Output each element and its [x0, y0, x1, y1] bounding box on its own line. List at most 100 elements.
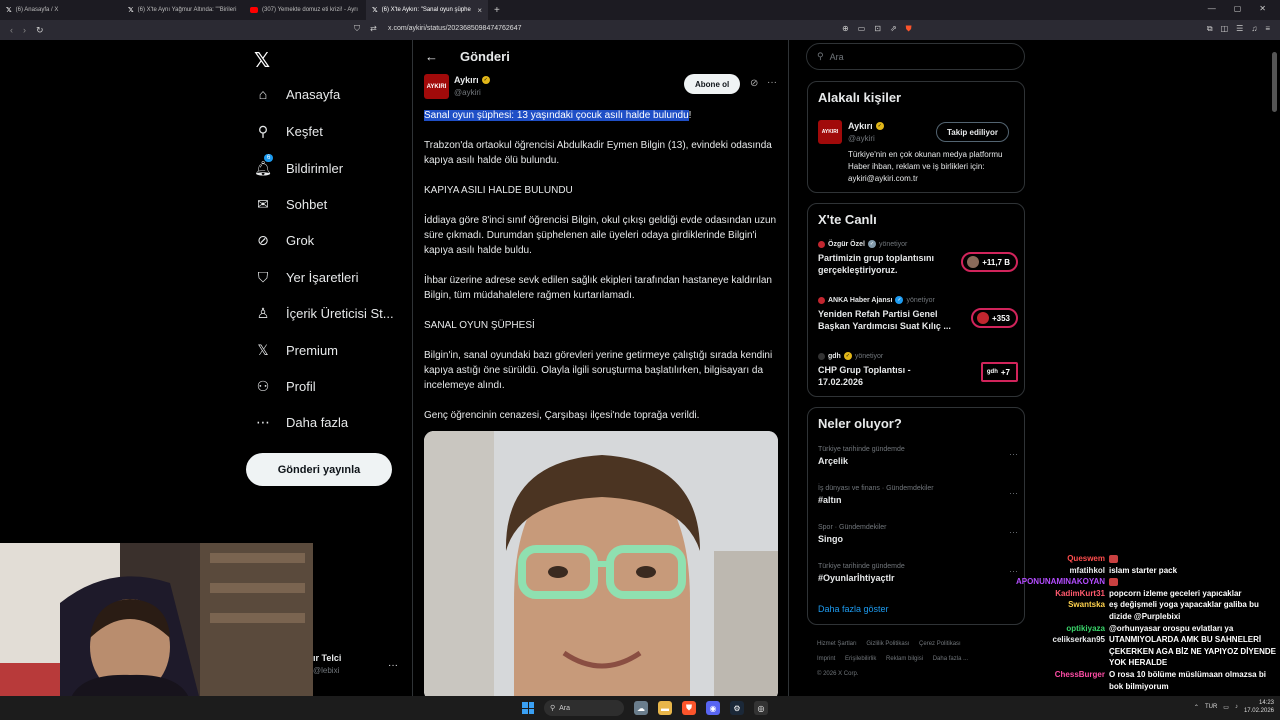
browser-tab[interactable]: 𝕏 (6) Anasayfa / X — [0, 0, 122, 20]
live-item[interactable]: gdh ✓ yönetiyor CHP Grup Toplantısı - 17.0… — [818, 352, 1018, 388]
chat-username: KadimKurt31 — [1055, 588, 1105, 598]
reload-icon[interactable]: ↻ — [36, 25, 44, 36]
live-listener-count[interactable]: +353 — [970, 308, 1018, 328]
trend-item[interactable]: İş dünyası ve finans · Gündemdekiler #al… — [818, 485, 1018, 505]
verified-blue-icon: ✓ — [895, 296, 904, 304]
post-detail-column: ← Gönderi AYKIRI Aykırı ✓ @aykiri Abone o… — [412, 40, 789, 696]
post-headline-end: ! — [688, 110, 692, 121]
sidebar-item-premium[interactable]: 𝕏 Premium — [254, 342, 338, 359]
post-button[interactable]: Gönderi yayınla — [246, 453, 392, 486]
search-icon: ⚲ — [550, 705, 556, 712]
grok-icon[interactable]: ⊘ — [750, 78, 758, 89]
sidebar-item-more[interactable]: ⋯ Daha fazla — [254, 414, 348, 431]
back-arrow-icon[interactable]: ← — [425, 49, 438, 64]
wallet-icon[interactable]: ◫ — [1221, 24, 1229, 34]
minimize-button[interactable]: — — [1208, 4, 1216, 13]
author-name[interactable]: Aykırı ✓ — [454, 75, 490, 85]
search-input[interactable]: ⚲ Ara — [806, 43, 1025, 70]
account-switcher[interactable]: ır Telci @lebixi — [313, 653, 341, 675]
live-listener-count[interactable]: +11,7 B — [961, 252, 1018, 272]
taskbar-search[interactable]: ⚲ Ara — [544, 700, 624, 716]
author-handle[interactable]: @aykiri — [454, 88, 481, 97]
menu-icon[interactable]: ☰ — [1236, 24, 1243, 34]
site-info-icon[interactable]: ⇄ — [370, 24, 377, 34]
live-item[interactable]: ANKA Haber Ajansı ✓ yönetiyor Yeniden Refa… — [818, 296, 1018, 332]
bookmark-page-icon[interactable]: ⛉ — [354, 24, 360, 34]
sidebar-item-chat[interactable]: ✉ Sohbet — [254, 196, 327, 213]
following-button[interactable]: Takip ediliyor — [936, 122, 1009, 142]
related-avatar[interactable]: AYKIRI — [818, 120, 842, 144]
sidebar-item-grok[interactable]: ⊘ Grok — [254, 232, 314, 249]
sidebar-item-profile[interactable]: ⚇ Profil — [254, 378, 316, 395]
browser-tab-active[interactable]: 𝕏 (6) X'te Aykırı: "Sanal oyun şüphe × — [366, 0, 488, 20]
trend-name: Arçelik — [818, 456, 849, 466]
brave-browser-icon[interactable]: ⛊ — [682, 701, 696, 715]
footer-link[interactable]: Daha fazla ... — [933, 656, 968, 662]
file-explorer-icon[interactable]: ▬ — [658, 701, 672, 715]
tab-label: (6) X'te Aynı Yağmur Altında: ""Birileri — [137, 7, 237, 13]
live-listener-count[interactable]: gdh +7 — [980, 362, 1018, 382]
chat-message: APONUNAMINAKOYAN — [1000, 576, 1280, 588]
windows-start-icon[interactable] — [522, 702, 534, 714]
discord-icon[interactable]: ◉ — [706, 701, 720, 715]
trend-item[interactable]: Spor · Gündemdekiler Singo ··· — [818, 524, 1018, 544]
sidebar-item-creator-studio[interactable]: ♙ İçerik Üreticisi St... — [254, 305, 394, 322]
more-options-icon[interactable]: ··· — [1009, 449, 1018, 459]
language-indicator[interactable]: TUR — [1205, 704, 1217, 710]
sidebar-item-explore[interactable]: ⚲ Keşfet — [254, 123, 323, 140]
back-arrow-icon[interactable]: ‹ — [10, 25, 13, 36]
close-tab-icon[interactable]: × — [477, 6, 482, 15]
clock[interactable]: 14:23 17.02.2026 — [1244, 699, 1274, 715]
sidebar-item-label: İçerik Üreticisi St... — [286, 306, 394, 321]
related-handle[interactable]: @aykiri — [848, 134, 875, 143]
x-favicon-icon: 𝕏 — [6, 7, 12, 14]
sidebar-item-notifications[interactable]: 🔔︎ 6 Bildirimler — [254, 154, 343, 177]
post-paragraph: KAPIYA ASILI HALDE BULUNDU — [424, 185, 573, 196]
obs-icon[interactable]: ◎ — [754, 701, 768, 715]
new-tab-button[interactable]: + — [494, 5, 500, 16]
media-icon[interactable]: ♫ — [1251, 24, 1257, 34]
app-menu-icon[interactable]: ≡ — [1265, 24, 1270, 34]
subscribe-button[interactable]: Abone ol — [684, 74, 741, 94]
forward-arrow-icon[interactable]: › — [23, 25, 26, 36]
more-options-icon[interactable]: ··· — [1009, 488, 1018, 498]
steam-icon[interactable]: ⚙ — [730, 701, 744, 715]
zoom-icon[interactable]: ⊕ — [842, 24, 849, 34]
show-more-link[interactable]: Daha fazla göster — [818, 604, 889, 614]
trend-item[interactable]: Türkiye tarihinde gündemde #Oyunlarİhtiy… — [818, 563, 1018, 583]
sidebar-item-home[interactable]: ⌂ Anasayfa — [254, 86, 340, 102]
footer-link[interactable]: Gizlilik Politikası — [866, 641, 909, 647]
network-icon[interactable]: ▭ — [1223, 704, 1229, 711]
browser-tab[interactable]: 𝕏 (6) X'te Aynı Yağmur Altında: ""Biriler… — [122, 0, 244, 20]
scrollbar-thumb[interactable] — [1272, 52, 1277, 112]
trend-item[interactable]: Türkiye tarihinde gündemde Arçelik ··· — [818, 446, 1018, 466]
sidebar-item-bookmarks[interactable]: ⛉ Yer İşaretleri — [254, 269, 359, 286]
close-window-button[interactable]: ✕ — [1259, 4, 1266, 13]
footer-link[interactable]: Çerez Politikası — [919, 641, 961, 647]
post-photo[interactable] — [424, 431, 778, 696]
share-icon[interactable]: ⇗ — [890, 24, 897, 34]
footer-link[interactable]: Erişilebilirlik — [845, 656, 876, 662]
address-bar[interactable]: x.com/aykiri/status/2023685098474762647 — [388, 25, 521, 32]
volume-icon[interactable]: ♪ — [1235, 704, 1238, 710]
widgets-icon[interactable]: ☁ — [634, 701, 648, 715]
related-name[interactable]: Aykırı ✓ — [848, 121, 884, 131]
author-avatar[interactable]: AYKIRI — [424, 74, 449, 99]
extensions-icon[interactable]: ⧉ — [1207, 24, 1213, 34]
screenshot-icon[interactable]: ⊡ — [874, 24, 881, 34]
more-options-icon[interactable]: ··· — [1009, 527, 1018, 537]
account-more-icon[interactable]: ··· — [388, 660, 398, 671]
clock-time: 14:23 — [1258, 700, 1274, 706]
cast-icon[interactable]: ▭ — [858, 24, 866, 34]
footer-link[interactable]: Reklam bilgisi — [886, 656, 923, 662]
brave-shield-icon[interactable]: ⛊ — [906, 24, 912, 34]
more-options-icon[interactable]: ··· — [767, 77, 777, 88]
maximize-button[interactable]: ▢ — [1234, 4, 1242, 13]
footer-link[interactable]: Imprint — [817, 656, 835, 662]
x-logo-icon[interactable]: 𝕏 — [254, 48, 270, 73]
x-premium-icon: 𝕏 — [257, 342, 269, 358]
browser-tab[interactable]: (307) Yemekte domuz eti krizi! - Ayrı — [244, 0, 366, 20]
footer-link[interactable]: Hizmet Şartları — [817, 641, 857, 647]
live-item[interactable]: Özgür Özel ✓ yönetiyor Partimizin grup top… — [818, 240, 1018, 276]
tray-chevron-icon[interactable]: ⌃ — [1194, 704, 1199, 711]
